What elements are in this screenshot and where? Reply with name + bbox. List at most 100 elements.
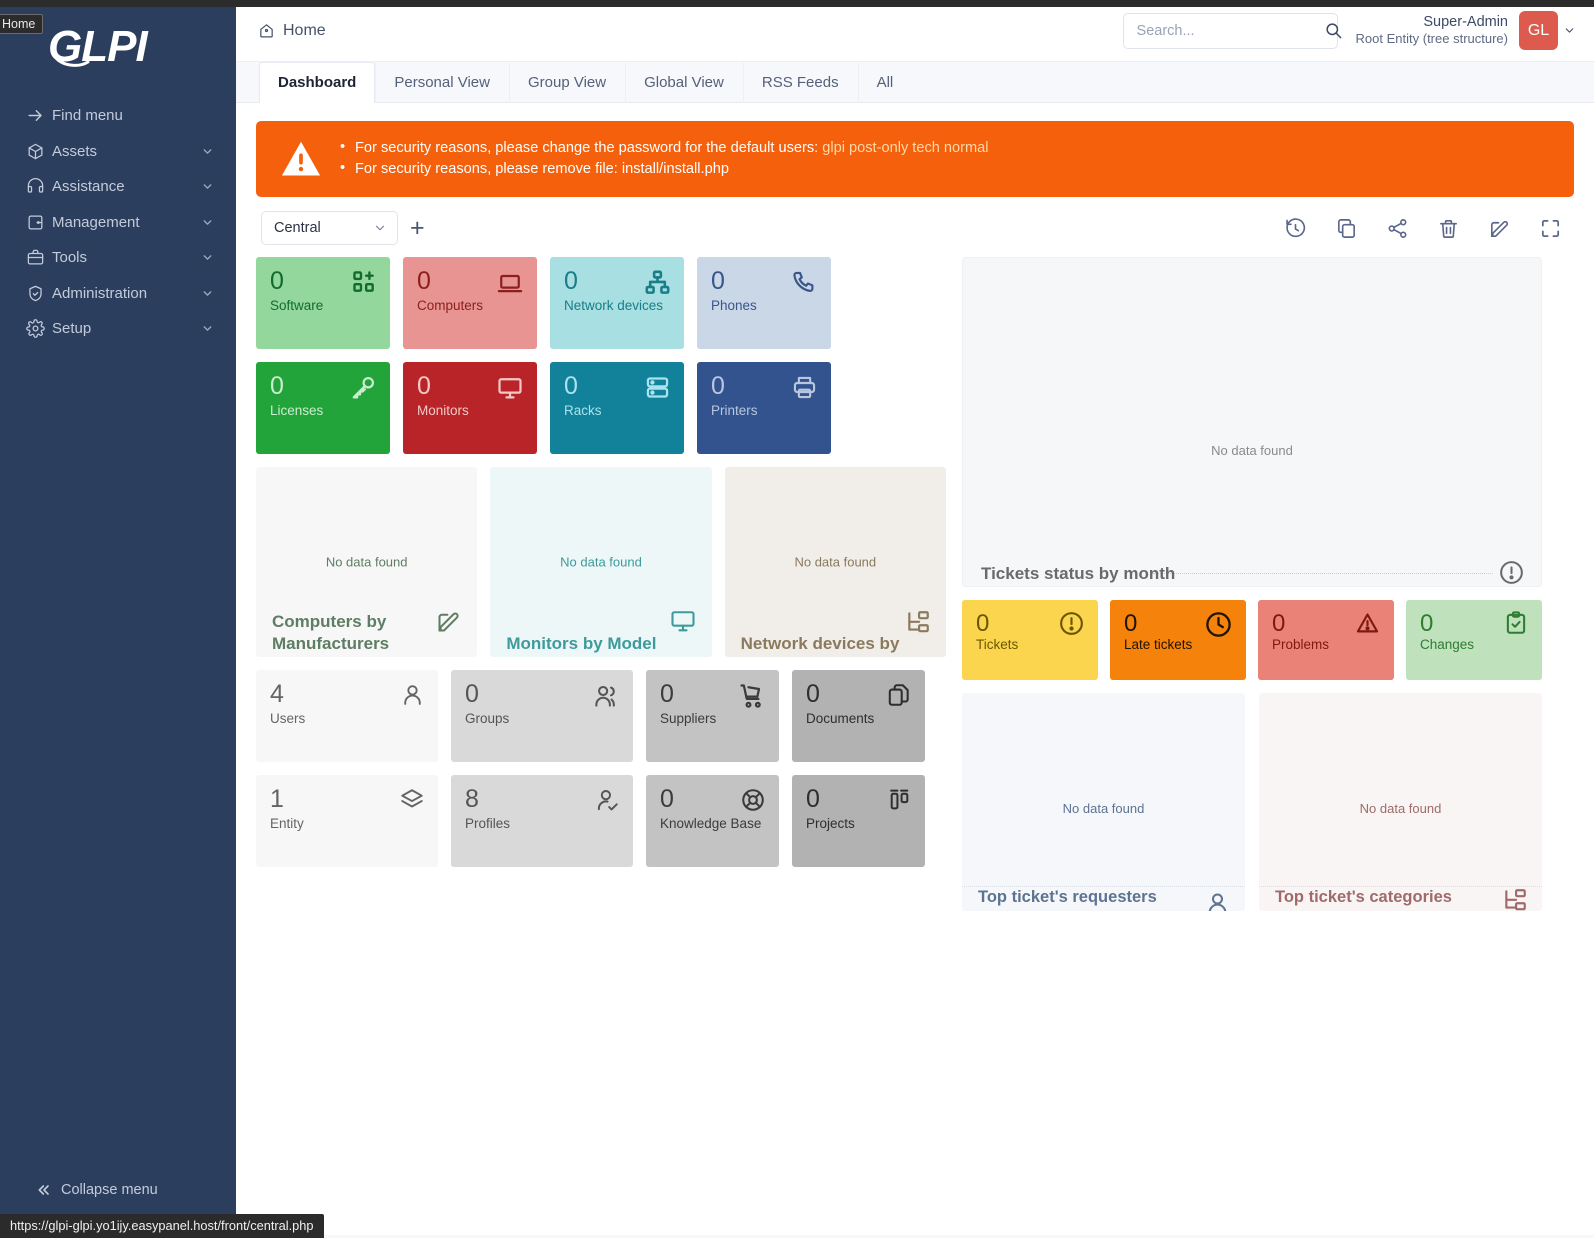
title-divider	[1153, 573, 1493, 574]
box-icon	[26, 142, 52, 161]
sidebar-item-label: Assistance	[52, 178, 201, 195]
tab-rss-feeds[interactable]: RSS Feeds	[743, 62, 858, 103]
card-network-devices-by[interactable]: No data found Network devices by	[725, 467, 946, 657]
chevron-down-icon	[201, 180, 214, 193]
tile-changes[interactable]: 0 Changes	[1406, 600, 1542, 680]
tile-label: Profiles	[465, 816, 510, 831]
sidebar-item-administration[interactable]: Administration	[0, 276, 236, 312]
tile-label: Phones	[711, 298, 757, 313]
tile-monitors[interactable]: 0 Monitors	[403, 362, 537, 454]
user-menu[interactable]: Super-Admin Root Entity (tree structure)…	[1356, 11, 1576, 50]
card-top-ticket-requesters[interactable]: No data found Top ticket's requesters	[962, 693, 1245, 911]
dashboard-grid: 0 Software 0 Computers	[256, 257, 1574, 911]
tile-label: Printers	[711, 403, 758, 418]
tab-personal-view[interactable]: Personal View	[375, 62, 509, 103]
status-bar-url: https://glpi-glpi.yo1ijy.easypanel.host/…	[0, 1214, 324, 1238]
tile-suppliers[interactable]: 0 Suppliers	[646, 670, 779, 762]
phone-icon	[791, 269, 818, 296]
dashboard-select[interactable]: Central	[261, 211, 398, 245]
tab-all[interactable]: All	[858, 62, 913, 103]
no-data-message: No data found	[256, 555, 477, 570]
browser-top-strip	[0, 0, 1594, 7]
tile-groups[interactable]: 0 Groups	[451, 670, 633, 762]
tile-tickets[interactable]: 0 Tickets	[962, 600, 1098, 680]
copy-icon[interactable]	[1335, 217, 1358, 240]
search-input[interactable]	[1137, 23, 1324, 39]
tile-entity[interactable]: 1 Entity	[256, 775, 438, 867]
tile-racks[interactable]: 0 Racks	[550, 362, 684, 454]
sidebar-item-assistance[interactable]: Assistance	[0, 169, 236, 205]
add-dashboard-button[interactable]: +	[410, 216, 425, 241]
sidebar-item-assets[interactable]: Assets	[0, 134, 236, 170]
admin-tile-row-1: 4 Users 0 Groups	[256, 670, 946, 762]
shield-check-icon	[26, 284, 52, 303]
collapse-menu-label: Collapse menu	[61, 1182, 158, 1198]
sitemap-icon	[644, 269, 671, 296]
tab-global-view[interactable]: Global View	[625, 62, 743, 103]
main-area: Home Super-Admin Root Entity (tree struc…	[236, 0, 1594, 1238]
card-computers-by-manufacturers[interactable]: No data found Computers by Manufacturers	[256, 467, 477, 657]
chevron-down-icon[interactable]	[1563, 24, 1576, 37]
tile-late-tickets[interactable]: 0 Late tickets	[1110, 600, 1246, 680]
tile-knowledge-base[interactable]: 0 Knowledge Base	[646, 775, 779, 867]
tile-computers[interactable]: 0 Computers	[403, 257, 537, 349]
tile-label: Racks	[564, 403, 602, 418]
breadcrumb-label: Home	[283, 22, 326, 40]
collapse-menu-button[interactable]: Collapse menu	[0, 1182, 236, 1198]
history-icon[interactable]	[1284, 217, 1307, 240]
sidebar-item-find-menu[interactable]: Find menu	[0, 98, 236, 134]
sidebar-item-label: Setup	[52, 320, 201, 337]
layers-icon	[399, 787, 425, 813]
tile-network-devices[interactable]: 0 Network devices	[550, 257, 684, 349]
topbar-right: Super-Admin Root Entity (tree structure)…	[1123, 11, 1576, 50]
sidebar-item-management[interactable]: Management	[0, 205, 236, 241]
search-box[interactable]	[1123, 13, 1338, 49]
title-divider	[1259, 886, 1542, 887]
title-divider	[962, 886, 1245, 887]
card-top-ticket-categories[interactable]: No data found Top ticket's categories	[1259, 693, 1542, 911]
sidebar-item-tools[interactable]: Tools	[0, 240, 236, 276]
asset-chart-row: No data found Computers by Manufacturers…	[256, 467, 946, 657]
sidebar-item-setup[interactable]: Setup	[0, 311, 236, 347]
tile-profiles[interactable]: 8 Profiles	[451, 775, 633, 867]
share-icon[interactable]	[1386, 217, 1409, 240]
tile-label: Tickets	[976, 637, 1018, 652]
edit-icon[interactable]	[1488, 217, 1511, 240]
user-entity: Root Entity (tree structure)	[1356, 31, 1508, 48]
printer-icon	[791, 374, 818, 401]
tab-group-view[interactable]: Group View	[509, 62, 625, 103]
tile-phones[interactable]: 0 Phones	[697, 257, 831, 349]
dashboard-left-column: 0 Software 0 Computers	[256, 257, 946, 911]
card-monitors-by-model[interactable]: No data found Monitors by Model	[490, 467, 711, 657]
tile-software[interactable]: 0 Software	[256, 257, 390, 349]
alert-message: For security reasons, please change the …	[340, 138, 989, 159]
chevron-down-icon	[201, 287, 214, 300]
tile-licenses[interactable]: 0 Licenses	[256, 362, 390, 454]
tile-printers[interactable]: 0 Printers	[697, 362, 831, 454]
no-data-message: No data found	[490, 555, 711, 570]
breadcrumb[interactable]: Home	[258, 22, 326, 40]
card-tickets-status-by-month[interactable]: No data found Tickets status by month	[962, 257, 1542, 587]
search-icon[interactable]	[1324, 21, 1343, 40]
glpi-logo[interactable]: GLPI	[0, 0, 236, 84]
trash-icon[interactable]	[1437, 217, 1460, 240]
card-title: Computers by Manufacturers	[272, 611, 432, 655]
dashboard-right-column: No data found Tickets status by month 0 …	[946, 257, 1574, 911]
alert-message: For security reasons, please remove file…	[340, 159, 989, 180]
default-users-link[interactable]: glpi post-only tech normal	[822, 140, 988, 156]
arrow-right-icon	[26, 106, 52, 125]
tile-problems[interactable]: 0 Problems	[1258, 600, 1394, 680]
lifebuoy-icon	[740, 787, 766, 813]
avatar[interactable]: GL	[1519, 11, 1558, 50]
display-icon	[496, 374, 524, 402]
fullscreen-icon[interactable]	[1539, 217, 1562, 240]
tile-projects[interactable]: 0 Projects	[792, 775, 925, 867]
tile-label: Software	[270, 298, 323, 313]
card-title: Top ticket's requesters	[978, 888, 1157, 907]
tile-users[interactable]: 4 Users	[256, 670, 438, 762]
alert-message-text: For security reasons, please change the …	[355, 140, 822, 156]
display-icon	[669, 607, 697, 635]
sitemap-icon	[1502, 887, 1528, 911]
tab-dashboard[interactable]: Dashboard	[259, 62, 375, 103]
tile-documents[interactable]: 0 Documents	[792, 670, 925, 762]
